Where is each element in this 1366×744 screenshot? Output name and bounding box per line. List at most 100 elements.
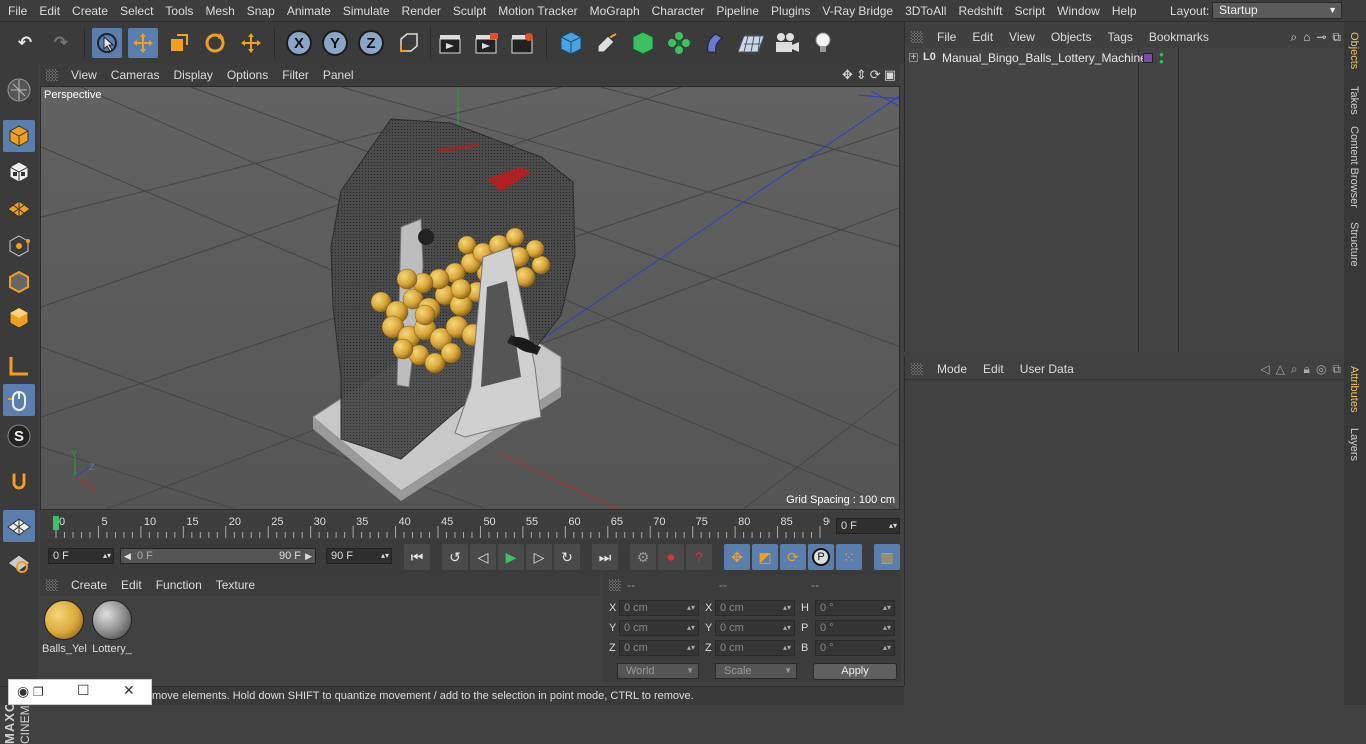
y-axis-lock-button[interactable]: Y [322, 30, 348, 56]
close-icon[interactable]: ✕ [123, 682, 135, 699]
objects-menu-view[interactable]: View [1001, 26, 1043, 48]
render-to-picture-viewer-button[interactable] [472, 28, 502, 58]
menu-create[interactable]: Create [66, 0, 114, 22]
coordinate-system-select[interactable]: World ▼ [617, 663, 699, 679]
solo-button[interactable] [3, 546, 35, 578]
menu-vray-bridge[interactable]: V-Ray Bridge [816, 0, 899, 22]
objects-menu-objects[interactable]: Objects [1043, 26, 1100, 48]
pos-x-field[interactable]: 0 cm ▴▾ [619, 600, 699, 616]
attributes-menu-edit[interactable]: Edit [975, 358, 1012, 380]
maximize-icon[interactable]: ☐ [77, 682, 90, 699]
texture-mode-button[interactable] [3, 156, 35, 188]
menu-select[interactable]: Select [114, 0, 159, 22]
objects-menu-bookmarks[interactable]: Bookmarks [1141, 26, 1217, 48]
material-swatch[interactable]: Lottery_ [90, 598, 134, 655]
tab-attributes[interactable]: Attributes [1348, 366, 1360, 412]
coordinate-system-button[interactable] [394, 28, 424, 58]
maximize-view-icon[interactable]: ▣ [884, 67, 896, 83]
tab-takes[interactable]: Takes [1348, 86, 1360, 115]
material-menu-texture[interactable]: Texture [209, 574, 262, 596]
menu-render[interactable]: Render [396, 0, 447, 22]
camera-button[interactable] [772, 28, 802, 58]
key-scale-button[interactable]: ◩ [752, 544, 778, 570]
autokey-button[interactable]: ⏺ [658, 544, 684, 570]
add-cube-button[interactable] [556, 28, 586, 58]
dolly-view-icon[interactable]: ⇕ [856, 67, 867, 83]
z-axis-lock-button[interactable]: Z [358, 30, 384, 56]
frame-range-slider[interactable]: ◀ 0 F 90 F ▶ [120, 548, 316, 564]
menu-window[interactable]: Window [1051, 0, 1106, 22]
start-frame-field[interactable]: 0 F ▴▾ [48, 548, 114, 564]
tweak-mode-button[interactable] [3, 384, 35, 416]
scale-tool-button[interactable] [164, 28, 194, 58]
tree-row[interactable]: + L0 Manual_Bingo_Balls_Lottery_Machine … [905, 50, 1345, 68]
visibility-dots-icon[interactable]: ● ● [1159, 51, 1164, 66]
live-selection-button[interactable] [92, 28, 122, 58]
workplane-lock-button[interactable] [3, 510, 35, 542]
record-keys-button[interactable]: ⚙ [630, 544, 656, 570]
floor-button[interactable] [736, 28, 766, 58]
viewport-menu-panel[interactable]: Panel [316, 64, 361, 86]
objects-menu-file[interactable]: File [929, 26, 964, 48]
material-menu-edit[interactable]: Edit [114, 574, 149, 596]
menu-tools[interactable]: Tools [159, 0, 199, 22]
orbit-view-icon[interactable]: ⟳ [870, 67, 881, 83]
snap-button[interactable]: S [3, 420, 35, 452]
pos-z-field[interactable]: 0 cm ▴▾ [619, 640, 699, 656]
viewport-menu-cameras[interactable]: Cameras [104, 64, 167, 86]
x-axis-lock-button[interactable]: X [286, 30, 312, 56]
perspective-viewport[interactable]: Y X Z Perspective Grid Spacing : 100 cm [40, 86, 900, 510]
apply-button[interactable]: Apply [813, 663, 897, 680]
menu-script[interactable]: Script [1008, 0, 1051, 22]
objects-menu-edit[interactable]: Edit [964, 26, 1001, 48]
undo-button[interactable]: ↶ [10, 28, 40, 58]
timeline-window-button[interactable]: ▥ [874, 544, 900, 570]
restore-icon[interactable]: ❐ [33, 685, 44, 699]
next-key-button[interactable]: ↻ [554, 544, 580, 570]
rot-p-field[interactable]: 0 ° ▴▾ [815, 620, 895, 636]
menu-plugins[interactable]: Plugins [765, 0, 816, 22]
home-icon[interactable]: ⌂ [1303, 30, 1310, 45]
menu-pipeline[interactable]: Pipeline [710, 0, 765, 22]
current-frame-field[interactable]: 0 F ▴▾ [836, 518, 900, 534]
render-settings-button[interactable] [508, 28, 538, 58]
prev-key-button[interactable]: ↺ [442, 544, 468, 570]
search-icon[interactable]: ⌕ [1290, 30, 1297, 45]
goto-start-button[interactable]: ⏮ [404, 544, 430, 570]
viewport-menu-options[interactable]: Options [220, 64, 275, 86]
key-rotation-button[interactable]: ⟳ [780, 544, 806, 570]
menu-3dtoall[interactable]: 3DToAll [899, 0, 952, 22]
lock-icon[interactable]: 🔒︎ [1304, 362, 1310, 377]
new-window-icon[interactable]: ⧉ [1332, 362, 1341, 377]
pos-y-field[interactable]: 0 cm ▴▾ [619, 620, 699, 636]
material-menu-function[interactable]: Function [149, 574, 209, 596]
size-x-field[interactable]: 0 cm ▴▾ [715, 600, 795, 616]
search-icon[interactable]: ⌕ [1291, 362, 1298, 377]
tab-content-browser[interactable]: Content Browser [1348, 126, 1360, 208]
key-pla-button[interactable]: ⁙ [836, 544, 862, 570]
render-view-button[interactable] [436, 28, 466, 58]
deformer-button[interactable] [700, 28, 730, 58]
subdivision-surface-button[interactable] [628, 28, 658, 58]
menu-simulate[interactable]: Simulate [337, 0, 396, 22]
redo-button[interactable]: ↷ [46, 28, 76, 58]
rot-h-field[interactable]: 0 ° ▴▾ [815, 600, 895, 616]
attributes-menu-mode[interactable]: Mode [929, 358, 975, 380]
timeline-ruler[interactable]: 0 5 10 15 20 25 30 35 40 45 50 55 60 65 70 75 80 85 90 0 F… [40, 512, 900, 540]
move-tool-button[interactable] [128, 28, 158, 58]
viewport-menu-view[interactable]: View [64, 64, 104, 86]
link-icon[interactable]: ⊸ [1316, 30, 1326, 45]
tab-structure[interactable]: Structure [1348, 222, 1360, 267]
tab-objects[interactable]: Objects [1348, 32, 1360, 69]
back-arrow-icon[interactable]: ◁ [1260, 362, 1269, 377]
expand-icon[interactable]: + [909, 53, 918, 63]
key-parameter-button[interactable]: P [808, 544, 834, 570]
pan-view-icon[interactable]: ✥ [842, 67, 853, 83]
end-frame-field[interactable]: 90 F ▴▾ [326, 548, 392, 564]
polygons-mode-button[interactable] [3, 302, 35, 334]
material-swatch[interactable]: Balls_Yel [42, 598, 87, 655]
keyframe-selection-button[interactable]: ? [686, 544, 712, 570]
viewport-menu-filter[interactable]: Filter [275, 64, 316, 86]
workplane-mode-button[interactable] [3, 192, 35, 224]
attributes-menu-user-data[interactable]: User Data [1012, 358, 1082, 380]
